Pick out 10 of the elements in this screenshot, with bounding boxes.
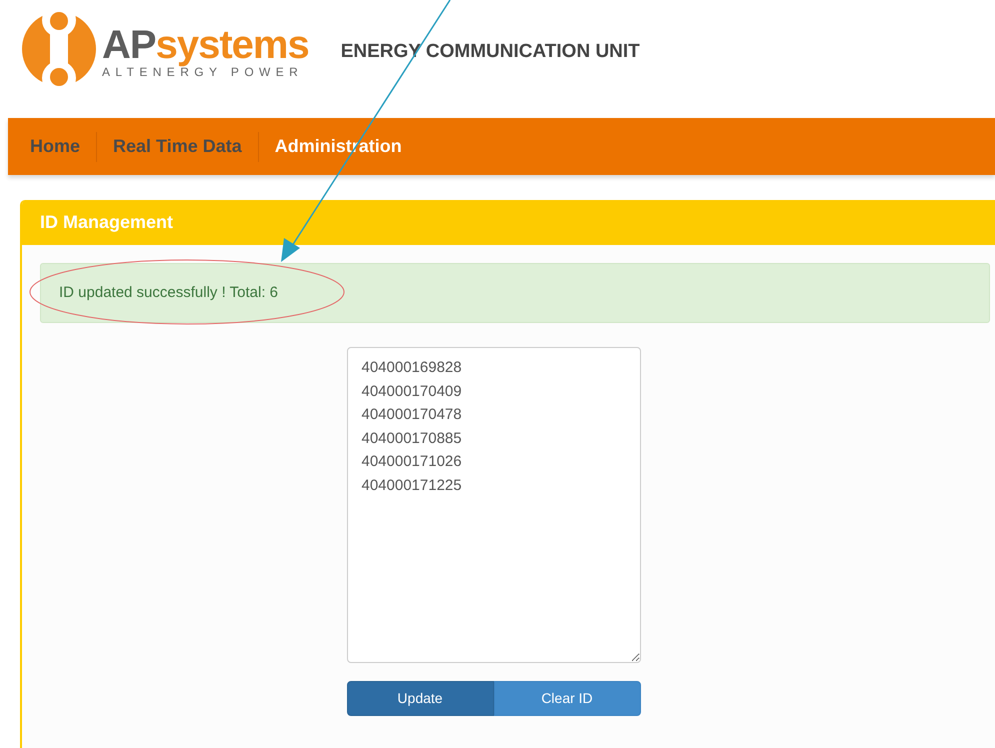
alert-message: ID updated successfully ! Total: 6: [59, 282, 278, 303]
id-textarea[interactable]: 404000169828 404000170409 404000170478 404000170885 404000171026 404000171225: [346, 347, 640, 663]
action-button[interactable]: Clear ID: [494, 681, 640, 716]
nav-link[interactable]: Real Time Data: [113, 133, 242, 160]
panel-title: ID Management: [40, 211, 174, 234]
logo-icon: [20, 10, 98, 88]
nav-link[interactable]: Home: [30, 133, 80, 160]
action-button[interactable]: Update: [346, 681, 494, 716]
logo-tagline: ALTENERGY POWER: [102, 65, 304, 79]
logo-wordmark: APsystems: [102, 25, 309, 65]
